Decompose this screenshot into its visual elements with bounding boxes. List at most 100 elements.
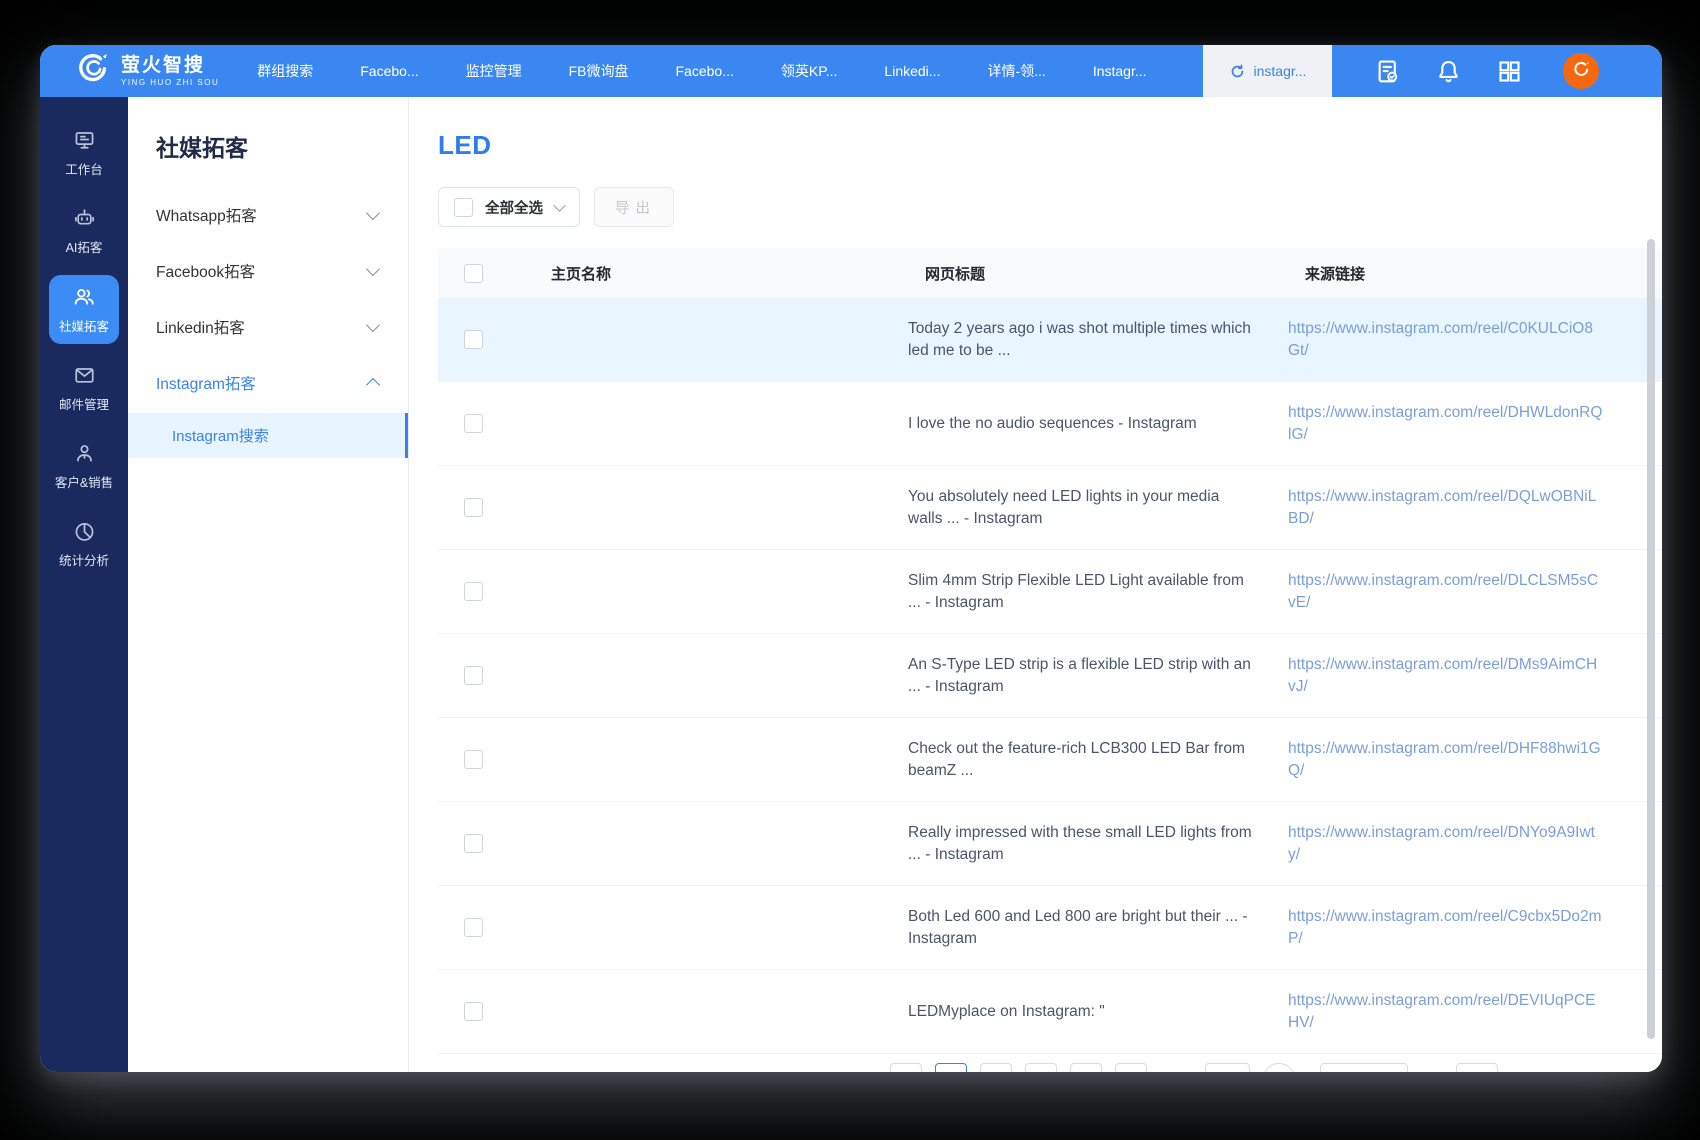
source-link[interactable]: https://www.instagram.com/reel/DHWLdonRQ… xyxy=(1288,402,1604,446)
source-link-cell: https://www.instagram.com/reel/DHF88hwi1… xyxy=(1288,738,1662,782)
submenu-item-instagram[interactable]: Instagram拓客 xyxy=(128,355,408,411)
jump-page-input[interactable] xyxy=(1456,1063,1499,1072)
row-checkbox[interactable] xyxy=(464,834,483,853)
source-link[interactable]: https://www.instagram.com/reel/DQLwOBNiL… xyxy=(1288,486,1604,530)
nav-detail-lead[interactable]: 详情-领... xyxy=(987,61,1045,81)
source-link-cell: https://www.instagram.com/reel/DMs9AimCH… xyxy=(1288,654,1662,698)
page-button-3[interactable]: 3 xyxy=(1025,1063,1057,1072)
brand[interactable]: 萤火智搜 YING HUO ZHI SOU xyxy=(74,52,219,90)
pages-ellipsis[interactable]: ••• xyxy=(1160,1063,1192,1072)
avatar[interactable] xyxy=(1563,53,1600,89)
web-title-cell: LEDMyplace on Instagram: " xyxy=(908,1002,1105,1020)
pager-controls: 10条/页 前往 页 xyxy=(1320,1063,1522,1072)
chevron-up-icon xyxy=(365,377,381,393)
submenu-item-facebook[interactable]: Facebook拓客 xyxy=(128,243,408,299)
source-link-cell: https://www.instagram.com/reel/DQLwOBNiL… xyxy=(1288,486,1662,530)
table-row[interactable]: Today 2 years ago i was shot multiple ti… xyxy=(438,298,1662,382)
page-button-1[interactable]: 1 xyxy=(935,1063,967,1072)
row-checkbox[interactable] xyxy=(464,918,483,937)
submenu-label: Linkedin拓客 xyxy=(156,320,245,337)
last-page-button[interactable]: 2459 xyxy=(1205,1063,1251,1072)
sidebar-item-workbench[interactable]: 工作台 xyxy=(49,119,119,187)
prev-page-button[interactable]: ‹ xyxy=(890,1063,922,1072)
page-button-5[interactable]: 5 xyxy=(1115,1063,1147,1072)
nav-linkedin[interactable]: Linkedi... xyxy=(884,63,940,79)
source-link[interactable]: https://www.instagram.com/reel/DEVIUqPCE… xyxy=(1288,990,1604,1034)
grid-icon[interactable] xyxy=(1496,58,1523,85)
sidebar-label: 工作台 xyxy=(65,163,103,177)
table-body: Today 2 years ago i was shot multiple ti… xyxy=(438,298,1662,1054)
source-link[interactable]: https://www.instagram.com/reel/DLCLSM5sC… xyxy=(1288,570,1604,614)
brand-subtitle: YING HUO ZHI SOU xyxy=(121,77,220,87)
mail-icon xyxy=(73,364,96,387)
sidebar-item-analytics[interactable]: 统计分析 xyxy=(49,510,119,578)
submenu-label: Facebook拓客 xyxy=(156,264,256,281)
clipboard-check-icon[interactable] xyxy=(1374,58,1401,85)
source-link[interactable]: https://www.instagram.com/reel/DHF88hwi1… xyxy=(1288,738,1604,782)
select-all-checkbox[interactable] xyxy=(454,197,473,217)
row-checkbox[interactable] xyxy=(464,498,483,517)
table-row[interactable]: Both Led 600 and Led 800 are bright but … xyxy=(438,886,1662,970)
source-link-cell: https://www.instagram.com/reel/C9cbx5Do2… xyxy=(1288,906,1662,950)
submenu-item-whatsapp[interactable]: Whatsapp拓客 xyxy=(128,187,408,243)
source-link[interactable]: https://www.instagram.com/reel/DMs9AimCH… xyxy=(1288,654,1604,698)
bell-icon[interactable] xyxy=(1435,58,1462,85)
nav-facebook-1[interactable]: Facebo... xyxy=(360,63,418,79)
web-title-cell: Really impressed with these small LED li… xyxy=(908,823,1252,863)
page-button-4[interactable]: 4 xyxy=(1070,1063,1102,1072)
submenu-item-instagram-search[interactable]: Instagram搜索 xyxy=(128,413,408,458)
nav-instagram[interactable]: Instagr... xyxy=(1093,63,1147,79)
sidebar-item-social-media[interactable]: 社媒拓客 xyxy=(49,275,119,344)
sidebar-label: AI拓客 xyxy=(65,241,103,255)
nav-group-search[interactable]: 群组搜索 xyxy=(257,61,313,81)
column-header-page-name: 主页名称 xyxy=(551,265,612,283)
row-checkbox[interactable] xyxy=(464,666,483,685)
table-row[interactable]: Really impressed with these small LED li… xyxy=(438,802,1662,886)
web-title-cell: You absolutely need LED lights in your m… xyxy=(908,487,1220,527)
source-link-cell: https://www.instagram.com/reel/DEVIUqPCE… xyxy=(1288,990,1662,1034)
table-row[interactable]: You absolutely need LED lights in your m… xyxy=(438,466,1662,550)
submenu-label: Instagram拓客 xyxy=(156,376,256,393)
source-link[interactable]: https://www.instagram.com/reel/C0KULCiO8… xyxy=(1288,318,1604,362)
nav-facebook-2[interactable]: Facebo... xyxy=(676,63,734,79)
submenu-item-linkedin[interactable]: Linkedin拓客 xyxy=(128,299,408,355)
sidebar-item-ai[interactable]: AI拓客 xyxy=(49,197,119,265)
swoosh-flame-icon xyxy=(74,52,112,90)
page-title: LED xyxy=(438,130,492,160)
tab-instagram-active[interactable]: instagr... xyxy=(1202,45,1333,97)
row-checkbox[interactable] xyxy=(464,750,483,769)
source-link[interactable]: https://www.instagram.com/reel/DNYo9A9Iw… xyxy=(1288,822,1604,866)
nav-linkedin-kp[interactable]: 领英KP... xyxy=(781,61,838,81)
column-header-web-title: 网页标题 xyxy=(925,265,986,283)
header-checkbox[interactable] xyxy=(464,263,483,283)
table-row[interactable]: Slim 4mm Strip Flexible LED Light availa… xyxy=(438,550,1662,634)
sidebar-item-customers[interactable]: 客户&销售 xyxy=(49,432,119,500)
main-content: LED 全部全选 导出 主页名称 网页标题 来源链接 Today 2 years… xyxy=(409,97,1662,1072)
robot-icon xyxy=(73,207,96,230)
row-checkbox[interactable] xyxy=(464,1002,483,1021)
sidebar-item-mail[interactable]: 邮件管理 xyxy=(49,354,119,422)
next-page-button[interactable]: › xyxy=(1263,1063,1296,1072)
nav-monitor-mgmt[interactable]: 监控管理 xyxy=(466,61,522,81)
table-row[interactable]: LEDMyplace on Instagram: " https://www.i… xyxy=(438,970,1662,1054)
vertical-scrollbar[interactable] xyxy=(1647,239,1655,1039)
page-size-select[interactable]: 10条/页 xyxy=(1320,1063,1409,1072)
jump-label: 前往 xyxy=(1418,1070,1446,1072)
row-checkbox[interactable] xyxy=(464,414,483,433)
row-checkbox[interactable] xyxy=(464,582,483,601)
select-all-dropdown[interactable]: 全部全选 xyxy=(438,187,580,227)
web-title-cell: An S-Type LED strip is a flexible LED st… xyxy=(908,655,1251,695)
users-icon xyxy=(72,285,96,309)
sidebar-label: 客户&销售 xyxy=(54,476,114,490)
page-button-2[interactable]: 2 xyxy=(980,1063,1012,1072)
source-link[interactable]: https://www.instagram.com/reel/C9cbx5Do2… xyxy=(1288,906,1604,950)
web-title-cell: Slim 4mm Strip Flexible LED Light availa… xyxy=(908,571,1244,611)
table-row[interactable]: An S-Type LED strip is a flexible LED st… xyxy=(438,634,1662,718)
table-row[interactable]: Check out the feature-rich LCB300 LED Ba… xyxy=(438,718,1662,802)
nav-fb-inquiry[interactable]: FB微询盘 xyxy=(569,61,629,81)
source-link-cell: https://www.instagram.com/reel/C0KULCiO8… xyxy=(1288,318,1662,362)
table-row[interactable]: I love the no audio sequences - Instagra… xyxy=(438,382,1662,466)
export-button[interactable]: 导出 xyxy=(594,187,674,227)
row-checkbox[interactable] xyxy=(464,330,483,349)
top-navigation: 群组搜索 Facebo... 监控管理 FB微询盘 Facebo... 领英KP… xyxy=(257,61,1146,81)
